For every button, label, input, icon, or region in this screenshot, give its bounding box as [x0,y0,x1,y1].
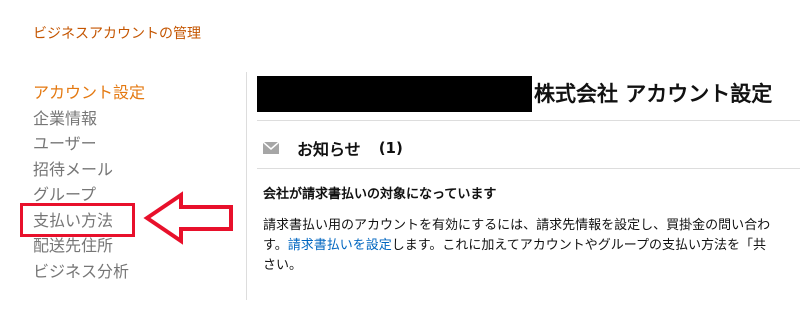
notices-label: お知らせ [297,140,361,159]
page-title: 株式会社 アカウント設定 [534,82,773,106]
sidebar-item-users[interactable]: ユーザー [33,131,233,157]
notice-body-line2: す。請求書払いを設定します。これに加えてアカウントやグループの支払い方法を「共 [263,236,800,256]
notice-body-line2-pre: す。 [263,238,288,253]
notice-heading: 会社が請求書払いの対象になっています [263,187,497,202]
notice-body-line1: 請求書払い用のアカウントを有効にするには、請求先情報を設定し、買掛金の問い合わ [263,218,771,233]
header-divider [257,120,800,121]
notices-header: お知らせ (1) [263,136,403,160]
setup-invoice-link[interactable]: 請求書払いを設定 [288,238,392,253]
sidebar-item-company-info[interactable]: 企業情報 [33,106,233,132]
redacted-company-name [257,76,532,112]
page-header-title: ビジネスアカウントの管理 [33,26,201,42]
sidebar-item-account-settings[interactable]: アカウント設定 [33,80,233,106]
mail-icon [263,142,279,154]
highlight-box [20,203,135,237]
notice-body-line2-post: します。これに加えてアカウントやグループの支払い方法を「共 [391,238,766,253]
sidebar-item-invitations[interactable]: 招待メール [33,157,233,183]
sidebar-divider [246,72,247,300]
notice-body: 請求書払い用のアカウントを有効にするには、請求先情報を設定し、買掛金の問い合わ … [263,216,800,276]
sidebar-nav: アカウント設定 企業情報 ユーザー 招待メール グループ 支払い方法 配送先住所… [33,80,233,284]
arrow-left-icon [143,191,233,245]
notices-divider [257,168,800,169]
sidebar-item-business-analytics[interactable]: ビジネス分析 [33,259,233,285]
notice-body-line3: さい。 [263,258,303,273]
notices-count: (1) [378,139,403,157]
